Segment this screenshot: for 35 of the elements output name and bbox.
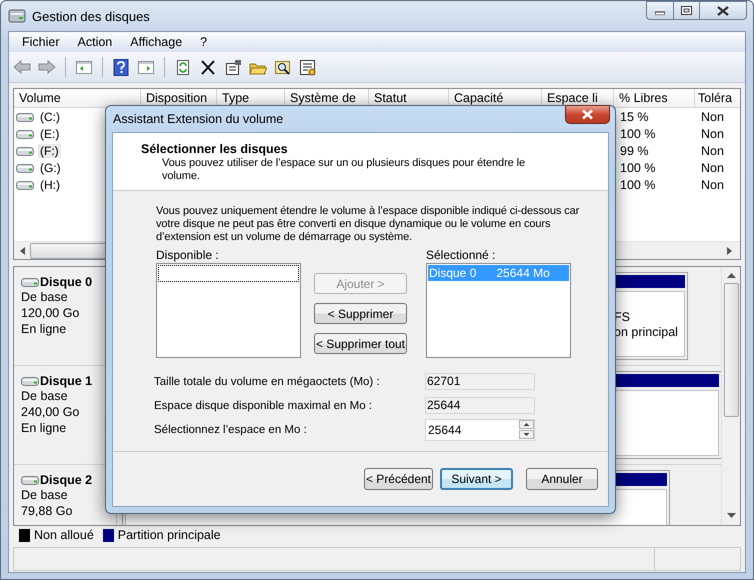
field-label: Taille totale du volume en mégaoctets (Mo) : — [154, 376, 381, 388]
table-cell-text: Non — [700, 160, 725, 174]
step-description: Vous pouvez utiliser de l’espace sur un ou plusieurs disques pour étendre le volume. — [162, 157, 526, 183]
disk-info: 79,88 Go — [21, 504, 74, 519]
dialog-title: Assistant Extension du volume — [113, 112, 284, 126]
disk-name: Disque 0 — [40, 275, 92, 289]
readonly-field: 25644 — [425, 397, 535, 414]
table-cell-text: 100 % — [619, 160, 656, 174]
table-cell-text: Non — [700, 110, 725, 124]
table-cell-text: 100 % — [619, 178, 656, 192]
disk-info: En ligne — [21, 322, 68, 337]
legend-label: Partition principale — [118, 528, 221, 542]
list-label: Disponible : — [156, 248, 219, 262]
disk-name: Disque 1 — [40, 374, 92, 388]
window-title: Gestion des disques — [32, 8, 150, 24]
disk-info: 120,00 Go — [21, 306, 80, 321]
disk-name: Disque 2 — [40, 473, 92, 487]
table-cell-text: Non — [700, 126, 725, 140]
field-label: Espace disque disponible maximal en Mo : — [154, 400, 373, 412]
disk-info: De base — [21, 389, 69, 404]
table-cell-text: Non — [700, 144, 725, 158]
legend-label: Non alloué — [34, 528, 94, 542]
disk-info: En ligne — [21, 421, 68, 436]
disk-info: De base — [21, 488, 69, 503]
table-cell-text: 100 % — [619, 126, 656, 140]
table-cell-text: Non — [700, 178, 725, 192]
disk-info: De base — [21, 290, 69, 305]
list-label: Sélectionné : — [426, 248, 496, 262]
readonly-field: 62701 — [425, 373, 535, 390]
table-cell-text: 99 % — [619, 144, 650, 158]
table-cell-text: 15 % — [619, 110, 650, 124]
disk-info: 240,00 Go — [21, 405, 80, 420]
step-heading: Sélectionner les disques — [141, 142, 289, 156]
field-label: Sélectionnez l’espace en Mo : — [154, 424, 308, 436]
notice-text: Vous pouvez uniquement étendre le volume à l’espace disponible indiqué ci-dessous car votre disque ne peut pas être converti en disque dynamique ou le volume en cours d’extension est un volume de démarrage ou système. — [156, 205, 580, 244]
